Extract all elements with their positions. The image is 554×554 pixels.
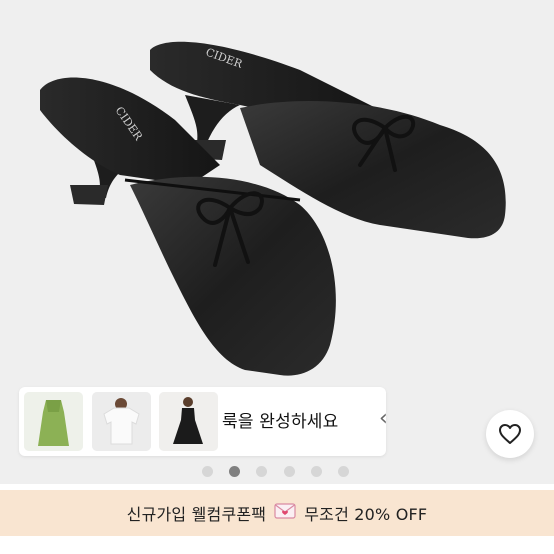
complete-look-panel[interactable]: 룩을 완성하세요 ‹ [19, 387, 388, 456]
complete-look-title: 룩을 완성하세요 [222, 412, 339, 432]
wishlist-button[interactable] [486, 410, 534, 458]
envelope-heart-icon [274, 503, 296, 523]
carousel-dot[interactable] [202, 466, 213, 477]
white-tshirt-icon [92, 392, 151, 451]
carousel-dot-active[interactable] [229, 466, 240, 477]
look-thumbnail-green-dress[interactable] [24, 392, 83, 451]
chevron-left-icon[interactable]: ‹ [379, 407, 388, 431]
look-thumbnail-black-dress[interactable] [159, 392, 218, 451]
carousel-dot[interactable] [284, 466, 295, 477]
carousel-dot[interactable] [338, 466, 349, 477]
look-thumbnail-white-tshirt[interactable] [92, 392, 151, 451]
green-slip-dress-icon [24, 392, 83, 451]
black-dress-icon [159, 392, 218, 451]
heart-outline-icon [499, 424, 521, 444]
carousel-dot[interactable] [256, 466, 267, 477]
banner-text-left: 신규가입 웰컴쿠폰팩 [126, 505, 267, 524]
banner-text-right: 무조건 20% OFF [304, 505, 428, 524]
welcome-coupon-banner[interactable]: 신규가입 웰컴쿠폰팩 무조건 20% OFF [0, 490, 554, 536]
carousel-dot[interactable] [311, 466, 322, 477]
